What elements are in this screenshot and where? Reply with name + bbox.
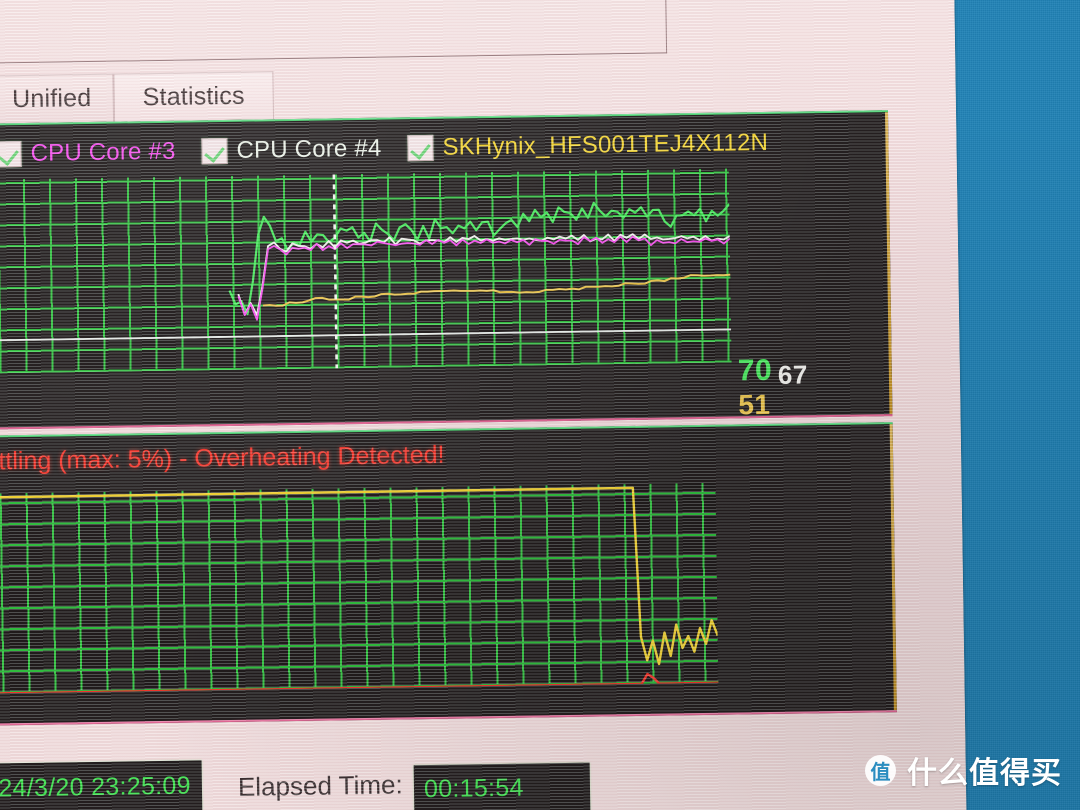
status-datetime-field: 2024/3/20 23:25:09 xyxy=(0,760,203,810)
tab-unified[interactable]: Unified xyxy=(0,73,115,124)
marker-line xyxy=(332,174,339,369)
status-datetime-value: 2024/3/20 23:25:09 xyxy=(0,771,192,803)
trace-0 xyxy=(0,486,719,666)
watermark: 值 什么值得买 xyxy=(865,748,1062,792)
trace-4 xyxy=(0,328,732,342)
watermark-text: 什么值得买 xyxy=(907,756,1062,791)
legend-label-ssd: SKHynix_HFS001TEJ4X112N xyxy=(442,128,769,161)
checkbox-core3[interactable] xyxy=(0,141,22,168)
checkbox-core4[interactable] xyxy=(201,137,228,165)
temperature-traces xyxy=(0,174,732,369)
status-elapsed-field: 00:15:54 xyxy=(413,762,591,810)
sensor-legend: #2 CPU Core #3 CPU Core #4 SKHynix_HFS00… xyxy=(0,118,889,178)
trace-3 xyxy=(262,273,731,307)
status-elapsed-value-text: 00:15:54 xyxy=(423,773,524,803)
checkbox-ssd[interactable] xyxy=(407,134,434,162)
trace-0 xyxy=(228,201,731,316)
legend-label-core4: CPU Core #4 xyxy=(236,134,382,164)
legend-item-ssd[interactable]: SKHynix_HFS001TEJ4X112N xyxy=(407,129,768,162)
value-label-white: 67 xyxy=(777,359,809,390)
watermark-logo-icon: 值 xyxy=(865,754,896,786)
hwinfo-sensor-window[interactable]: s Unified Statistics #2 CPU Core #3 CPU … xyxy=(0,0,967,810)
status-bar: 2024/3/20 23:25:09 Elapsed Time: 00:15:5… xyxy=(0,731,966,810)
status-elapsed-label: Elapsed Time: xyxy=(237,769,403,802)
throttling-plot-area[interactable] xyxy=(0,482,719,695)
legend-item-core4[interactable]: CPU Core #4 xyxy=(201,134,382,166)
top-empty-panel xyxy=(0,0,668,64)
tab-statistics-label: Statistics xyxy=(142,81,245,112)
trace-1 xyxy=(237,233,731,316)
value-label-ssd: 51 xyxy=(738,388,771,421)
throttling-traces xyxy=(0,486,719,695)
throttling-warning-text: Throttling (max: 5%) - Overheating Detec… xyxy=(0,440,445,477)
legend-item-core3[interactable]: CPU Core #3 xyxy=(0,138,176,169)
tab-statistics[interactable]: Statistics xyxy=(113,71,275,122)
temperature-plot-area[interactable] xyxy=(0,168,732,375)
value-label-green-max: 70 xyxy=(737,353,773,388)
temperature-graph-panel[interactable]: #2 CPU Core #3 CPU Core #4 SKHynix_HFS00… xyxy=(0,110,893,431)
legend-label-core3: CPU Core #3 xyxy=(30,137,176,167)
tab-unified-label: Unified xyxy=(11,83,92,114)
trace-1 xyxy=(0,672,719,695)
throttling-graph-panel[interactable]: Throttling (max: 5%) - Overheating Detec… xyxy=(0,422,897,727)
